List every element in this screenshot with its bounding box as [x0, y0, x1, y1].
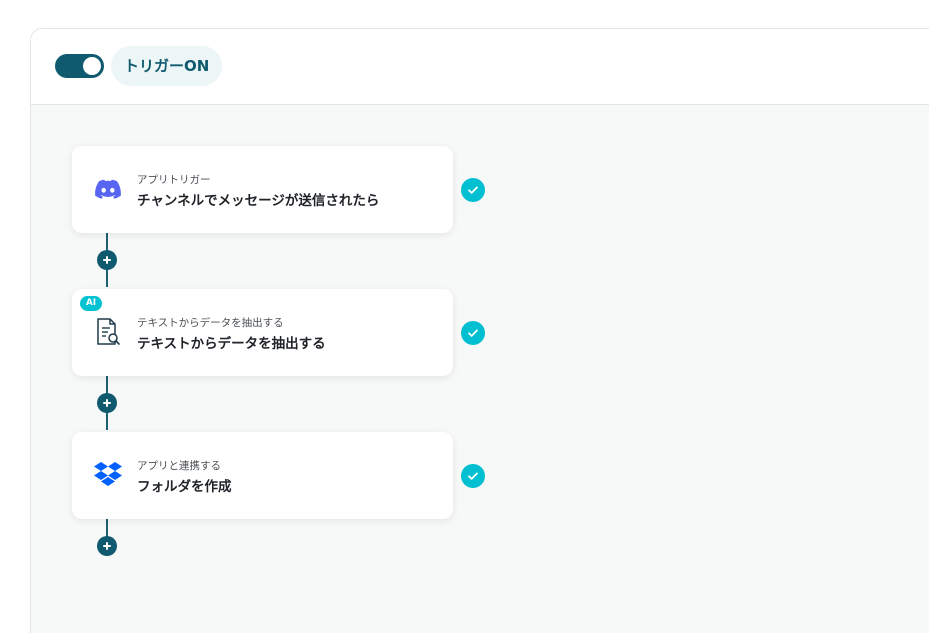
check-icon — [461, 321, 485, 345]
check-icon — [461, 464, 485, 488]
panel-header: トリガーON — [31, 29, 929, 105]
dropbox-icon — [92, 459, 124, 491]
step-title: チャンネルでメッセージが送信されたら — [137, 193, 380, 209]
toggle-knob — [83, 57, 101, 75]
trigger-status-label: トリガーON — [111, 46, 223, 86]
step-title: テキストからデータを抽出する — [137, 336, 326, 352]
step-title: フォルダを作成 — [137, 479, 232, 495]
document-search-icon — [92, 316, 124, 348]
ai-badge: AI — [80, 296, 102, 311]
step-subtitle: アプリトリガー — [137, 174, 211, 186]
flow-panel: トリガーON アプリトリガー チャンネルでメッセージが送信されたら AI テキス… — [30, 28, 929, 633]
add-step-button[interactable] — [97, 250, 117, 270]
add-step-button[interactable] — [97, 393, 117, 413]
flow-step-ai-extract[interactable]: AI テキストからデータを抽出する テキストからデータを抽出する — [72, 289, 453, 376]
flow-step-app-trigger[interactable]: アプリトリガー チャンネルでメッセージが送信されたら — [72, 146, 453, 233]
add-step-button[interactable] — [97, 536, 117, 556]
check-icon — [461, 178, 485, 202]
trigger-toggle[interactable] — [55, 54, 104, 78]
step-subtitle: アプリと連携する — [137, 460, 221, 472]
flow-step-app-integration[interactable]: アプリと連携する フォルダを作成 — [72, 432, 453, 519]
discord-icon — [92, 173, 124, 205]
step-subtitle: テキストからデータを抽出する — [137, 317, 284, 329]
